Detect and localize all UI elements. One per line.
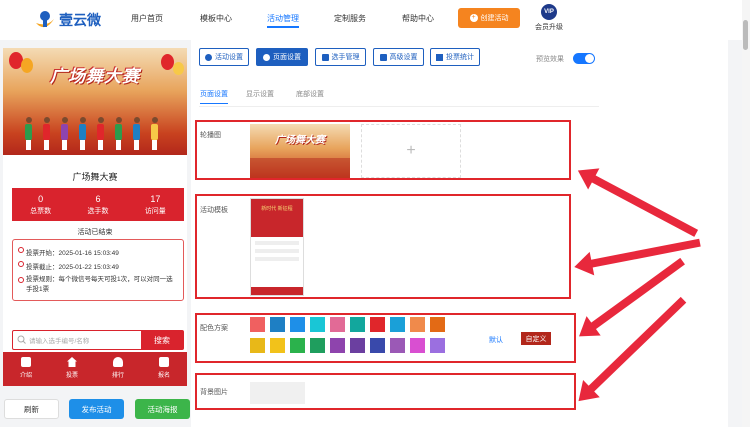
preview-effect-toggle[interactable]	[573, 53, 595, 64]
tab-ranking[interactable]: 排行	[95, 352, 141, 386]
tab-intro[interactable]: 介绍	[3, 352, 49, 386]
sliders-icon	[379, 53, 387, 61]
create-activity-button[interactable]: + 创建活动	[458, 8, 520, 28]
tab-vote[interactable]: 投票	[49, 352, 95, 386]
stat-visits: 17 访问量	[144, 194, 166, 215]
brand-logo[interactable]: 壹云微	[34, 8, 101, 32]
highlight-box-carousel	[195, 120, 571, 180]
tab-contestant-management[interactable]: 选手管理	[315, 48, 366, 66]
users-icon	[321, 53, 329, 61]
subtab-footer-settings[interactable]: 底部设置	[296, 89, 324, 99]
dancer-figure	[151, 117, 158, 151]
stats-bar: 0 总票数 6 选手数 17 访问量	[12, 188, 184, 221]
vote-end-line: 投票截止：2025-01-22 15:03:49	[18, 261, 119, 271]
highlight-box-background	[195, 373, 576, 410]
dancer-figure	[97, 117, 104, 151]
trophy-icon	[113, 357, 123, 367]
nav-custom-service[interactable]: 定制服务	[334, 13, 366, 24]
home-icon	[67, 357, 77, 367]
vote-info-box: 投票开始：2025-01-16 15:03:49 投票截止：2025-01-22…	[12, 239, 184, 301]
clock-icon	[18, 247, 24, 253]
nav-help-center[interactable]: 帮助中心	[402, 13, 434, 24]
divider	[199, 106, 599, 107]
mobile-preview: 广场舞大赛 广场舞大赛 0 总票数 6 选手数 17 访问量 活动已结束 投票开始：2…	[3, 48, 187, 386]
contestant-search[interactable]: 请输入选手编号/名称 搜索	[12, 330, 184, 350]
gear-icon	[205, 53, 212, 61]
subtab-display-settings[interactable]: 显示设置	[246, 89, 274, 99]
dancer-figure	[79, 117, 86, 151]
activity-status: 活动已结束	[77, 229, 113, 236]
preview-effect-label: 预览效果	[536, 56, 564, 63]
tab-advanced-settings[interactable]: 高级设置	[373, 48, 424, 66]
vip-upgrade[interactable]: VIP 会员升级	[530, 4, 568, 32]
tab-vote-statistics[interactable]: 投票统计	[430, 48, 480, 66]
intro-icon	[21, 357, 31, 367]
clock-icon	[18, 277, 24, 283]
nav-activity-management[interactable]: 活动管理	[267, 13, 299, 28]
nav-user-home[interactable]: 用户首页	[131, 13, 163, 24]
clock-icon	[18, 261, 24, 267]
dancer-figure	[115, 117, 122, 151]
nav-template-center[interactable]: 模板中心	[200, 13, 232, 24]
tab-activity-settings[interactable]: 活动设置	[199, 48, 249, 66]
banner-title: 广场舞大赛	[50, 67, 140, 86]
vote-start-line: 投票开始：2025-01-16 15:03:49	[18, 247, 119, 257]
plus-circle-icon: +	[469, 14, 478, 22]
scrollbar-thumb[interactable]	[743, 20, 748, 50]
top-navigation: 壹云微 用户首页 模板中心 活动管理 定制服务 帮助中心 + 创建活动 VIP …	[0, 0, 750, 40]
search-input[interactable]: 请输入选手编号/名称	[29, 335, 89, 345]
vip-icon: VIP	[541, 4, 557, 20]
highlight-box-color-scheme	[195, 313, 576, 363]
activity-poster-button[interactable]: 活动海报	[135, 399, 190, 419]
publish-activity-button[interactable]: 发布活动	[69, 399, 124, 419]
stat-total-votes: 0 总票数	[30, 194, 52, 215]
vip-upgrade-label: 会员升级	[535, 24, 563, 31]
search-icon	[17, 335, 26, 344]
edit-icon	[159, 357, 169, 367]
bar-chart-icon	[436, 53, 443, 61]
preview-tabbar: 介绍 投票 排行 报名	[3, 352, 187, 386]
gear-icon	[263, 53, 270, 61]
brand-name: 壹云微	[59, 12, 101, 28]
stat-contestants: 6 选手数	[87, 194, 109, 215]
dancer-figure	[25, 117, 32, 151]
dancer-figure	[61, 117, 68, 151]
dancer-figure	[43, 117, 50, 151]
vote-rule-line: 投票规则：每个微信号每天可投1次，可以对同一选手投1票	[18, 275, 178, 295]
preview-banner: 广场舞大赛	[3, 48, 187, 155]
page-scrollbar[interactable]	[742, 0, 750, 427]
tab-signup[interactable]: 报名	[141, 352, 187, 386]
tab-page-settings[interactable]: 页面设置	[256, 48, 308, 66]
search-button[interactable]: 搜索	[141, 331, 183, 349]
dancer-figure	[133, 117, 140, 151]
create-activity-label: 创建活动	[480, 15, 509, 22]
subtab-page-settings[interactable]: 页面设置	[200, 89, 228, 104]
refresh-button[interactable]: 刷新	[4, 399, 59, 419]
logo-icon	[34, 9, 56, 31]
highlight-box-template	[195, 194, 571, 299]
event-title: 广场舞大赛	[72, 172, 118, 182]
